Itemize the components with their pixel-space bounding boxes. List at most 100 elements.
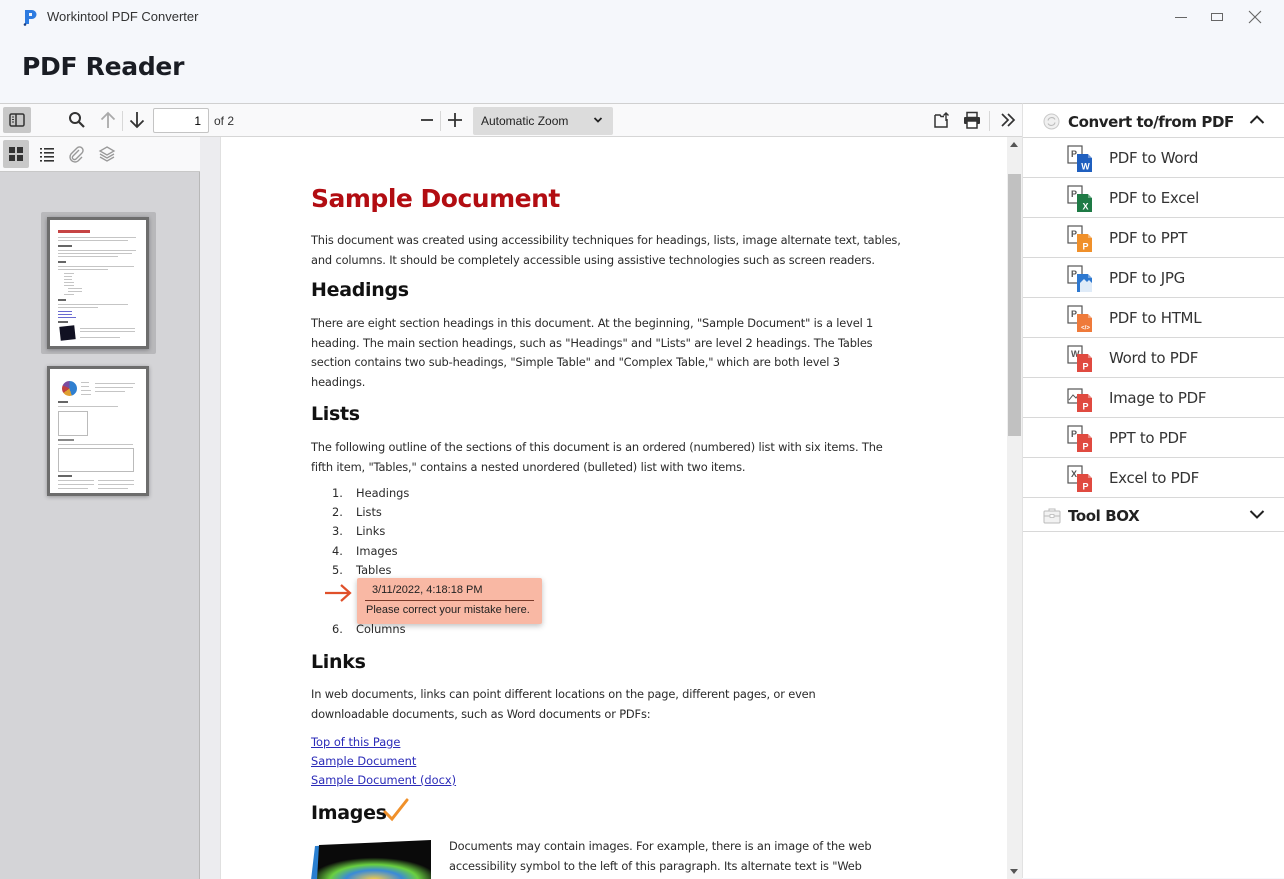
maximize-button[interactable] bbox=[1206, 6, 1228, 28]
svg-text:P: P bbox=[1082, 402, 1088, 412]
convert-item-pdf-to-html[interactable]: P </> PDF to HTML bbox=[1023, 298, 1284, 338]
sidebar-tabs bbox=[0, 137, 200, 172]
arrow-down-icon bbox=[129, 112, 145, 129]
close-button[interactable] bbox=[1244, 6, 1266, 28]
convert-item-image-to-pdf[interactable]: P Image to PDF bbox=[1023, 378, 1284, 418]
link-sample-document-docx[interactable]: Sample Document (docx) bbox=[311, 773, 456, 787]
accessibility-symbol-image bbox=[311, 840, 433, 879]
annotation-date: 3/11/2022, 4:18:18 PM bbox=[372, 584, 483, 596]
convert-item-ppt-to-pdf[interactable]: P P PPT to PDF bbox=[1023, 418, 1284, 458]
convert-item-pdf-to-jpg[interactable]: P PDF to JPG bbox=[1023, 258, 1284, 298]
checkmark-icon bbox=[383, 798, 409, 822]
list-item: 4. Images bbox=[332, 544, 398, 558]
thumbnail-sidebar bbox=[0, 137, 200, 879]
section-heading-lists: Lists bbox=[311, 403, 360, 425]
grid-icon bbox=[9, 147, 23, 161]
link-sample-document[interactable]: Sample Document bbox=[311, 754, 416, 768]
vertical-scrollbar[interactable] bbox=[1007, 137, 1022, 879]
maximize-icon bbox=[1211, 13, 1223, 21]
zoom-select[interactable]: Automatic Zoom bbox=[473, 107, 613, 135]
print-button[interactable] bbox=[960, 107, 984, 133]
tab-layers[interactable] bbox=[94, 140, 120, 168]
annotation-arrow-icon bbox=[325, 584, 352, 602]
document-page: Sample Document This document was create… bbox=[221, 137, 1007, 879]
convert-item-label: PDF to Word bbox=[1109, 149, 1199, 167]
convert-item-label: PPT to PDF bbox=[1109, 429, 1188, 447]
convert-item-label: PDF to PPT bbox=[1109, 229, 1188, 247]
search-button[interactable] bbox=[64, 107, 90, 133]
convert-item-word-to-pdf[interactable]: W P Word to PDF bbox=[1023, 338, 1284, 378]
convert-item-pdf-to-excel[interactable]: P X PDF to Excel bbox=[1023, 178, 1284, 218]
app-logo-icon bbox=[23, 10, 37, 26]
svg-text:P: P bbox=[1082, 442, 1088, 452]
scrollbar-thumb[interactable] bbox=[1008, 174, 1021, 436]
intro-paragraph: This document was created using accessib… bbox=[311, 233, 901, 267]
zoom-out-button[interactable] bbox=[416, 107, 438, 133]
word-to-pdf-icon: WP bbox=[1067, 345, 1092, 372]
section-heading-links: Links bbox=[311, 651, 366, 673]
ppt-to-pdf-icon: PP bbox=[1067, 425, 1092, 452]
close-icon bbox=[1248, 10, 1262, 24]
convert-item-pdf-to-ppt[interactable]: P P PDF to PPT bbox=[1023, 218, 1284, 258]
toolbox-section-label: Tool BOX bbox=[1068, 507, 1140, 525]
pdf-to-jpg-icon: P bbox=[1067, 265, 1092, 292]
toolbar-separator bbox=[989, 111, 990, 131]
scroll-up-arrow[interactable] bbox=[1010, 142, 1018, 147]
section-heading-headings: Headings bbox=[311, 279, 409, 301]
previous-page-button[interactable] bbox=[96, 107, 120, 133]
svg-text:P: P bbox=[1071, 149, 1077, 159]
minimize-button[interactable] bbox=[1170, 6, 1192, 28]
page-count-label: of 2 bbox=[214, 114, 235, 128]
list-item: 3. Links bbox=[332, 524, 386, 538]
page-number-input[interactable] bbox=[153, 108, 209, 133]
sidebar-toggle-button[interactable] bbox=[3, 107, 31, 133]
svg-text:P: P bbox=[1071, 229, 1077, 239]
link-top-of-page[interactable]: Top of this Page bbox=[311, 735, 400, 749]
convert-item-label: PDF to HTML bbox=[1109, 309, 1202, 327]
sidebar-resizer[interactable] bbox=[200, 137, 221, 879]
annotation-divider bbox=[365, 600, 534, 601]
page-title: PDF Reader bbox=[22, 52, 185, 81]
svg-text:P: P bbox=[1071, 189, 1077, 199]
toolbox-section-header[interactable]: Tool BOX bbox=[1023, 498, 1284, 532]
svg-text:P: P bbox=[1082, 482, 1088, 492]
pdf-to-ppt-icon: PP bbox=[1067, 225, 1092, 252]
double-chevron-right-icon bbox=[1001, 113, 1016, 127]
tab-thumbnails[interactable] bbox=[3, 140, 29, 168]
toolbar-separator bbox=[122, 111, 123, 131]
converter-panel: Convert to/from PDF P W PDF to Word P X PDF t… bbox=[1022, 103, 1284, 878]
more-tools-button[interactable] bbox=[996, 107, 1020, 133]
convert-item-excel-to-pdf[interactable]: X P Excel to PDF bbox=[1023, 458, 1284, 498]
headings-paragraph: There are eight section headings in this… bbox=[311, 316, 874, 389]
images-paragraph: Documents may contain images. For exampl… bbox=[449, 839, 872, 873]
tab-attachments[interactable] bbox=[63, 140, 89, 168]
open-file-button[interactable] bbox=[930, 107, 954, 133]
annotation-popup[interactable]: 3/11/2022, 4:18:18 PM Please correct you… bbox=[357, 578, 542, 624]
next-page-button[interactable] bbox=[125, 107, 149, 133]
page-thumbnail-2[interactable] bbox=[47, 366, 149, 496]
chevron-up-icon bbox=[1249, 115, 1265, 124]
section-heading-images: Images bbox=[311, 802, 387, 824]
open-file-icon bbox=[934, 112, 949, 128]
page-thumbnail-1[interactable] bbox=[47, 217, 149, 349]
app-title: Workintool PDF Converter bbox=[47, 9, 199, 24]
convert-item-label: PDF to Excel bbox=[1109, 189, 1199, 207]
pdf-to-excel-icon: PX bbox=[1067, 185, 1092, 212]
svg-text:P: P bbox=[1071, 309, 1077, 319]
tab-outline[interactable] bbox=[34, 140, 60, 168]
thumbnail-selection bbox=[41, 212, 156, 354]
svg-text:P: P bbox=[1071, 429, 1077, 439]
convert-item-label: Image to PDF bbox=[1109, 389, 1207, 407]
convert-section-header[interactable]: Convert to/from PDF bbox=[1023, 104, 1284, 138]
plus-icon bbox=[448, 113, 462, 127]
convert-icon bbox=[1043, 113, 1060, 130]
convert-item-pdf-to-word[interactable]: P W PDF to Word bbox=[1023, 138, 1284, 178]
print-icon bbox=[964, 111, 980, 129]
scroll-down-arrow[interactable] bbox=[1010, 869, 1018, 874]
zoom-in-button[interactable] bbox=[444, 107, 466, 133]
toolbox-icon bbox=[1043, 508, 1061, 524]
svg-text:P: P bbox=[1071, 269, 1077, 279]
minimize-icon bbox=[1175, 17, 1187, 18]
chevron-down-icon bbox=[1249, 510, 1265, 519]
convert-item-label: PDF to JPG bbox=[1109, 269, 1185, 287]
